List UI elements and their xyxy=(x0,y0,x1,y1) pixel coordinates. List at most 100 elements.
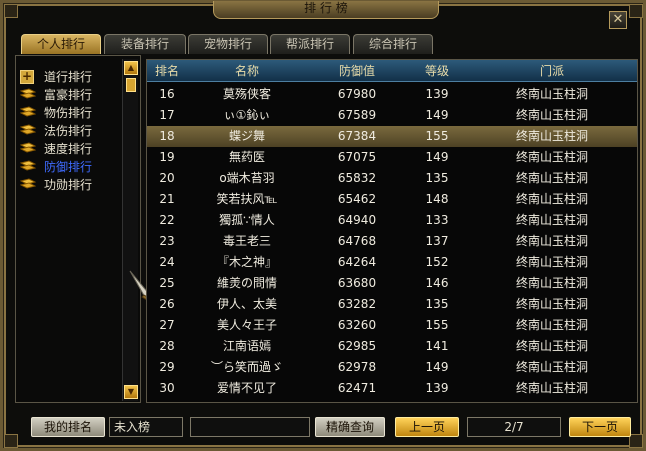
cell-rank: 28 xyxy=(159,339,175,353)
table-row[interactable]: 30 爱情不见了 62471 139 终南山玉柱洞 xyxy=(147,378,637,399)
tree-scrollbar[interactable]: ▲ ▼ xyxy=(122,59,138,401)
ranking-window: 排 行 榜 ✕ 个人排行 装备排行 宠物排行 帮派排行 综合排行 + 道行排行 … xyxy=(0,0,646,451)
cell-level: 148 xyxy=(425,192,449,206)
cell-faction: 终南山玉柱洞 xyxy=(515,87,588,101)
tree-item-merit[interactable]: 功勋排行 xyxy=(20,176,124,194)
cell-defense: 63282 xyxy=(337,297,377,311)
header-name: 名称 xyxy=(234,64,259,78)
table-row[interactable]: 17 ぃ①鈊ぃ 67589 149 终南山玉柱洞 xyxy=(147,105,637,126)
scroll-thumb[interactable] xyxy=(126,78,136,92)
cell-faction: 终南山玉柱洞 xyxy=(515,108,588,122)
search-input[interactable] xyxy=(190,417,310,437)
page-indicator: 2/7 xyxy=(467,417,561,437)
table-row[interactable]: 20 o端木苔羽 65832 135 终南山玉柱洞 xyxy=(147,168,637,189)
cell-faction: 终南山玉柱洞 xyxy=(515,192,588,206)
close-button[interactable]: ✕ xyxy=(609,11,627,29)
exact-search-button[interactable]: 精确查询 xyxy=(315,417,385,437)
table-row[interactable]: 28 江南语嫣 62985 141 终南山玉柱洞 xyxy=(147,336,637,357)
table-row[interactable]: 29 ︶ら笑而過ゞ 62978 149 终南山玉柱洞 xyxy=(147,357,637,378)
tab-personal[interactable]: 个人排行 xyxy=(21,34,101,54)
tree-item-physical-damage[interactable]: 物伤排行 xyxy=(20,104,124,122)
cell-name: 爱情不见了 xyxy=(216,381,277,395)
cell-defense: 64940 xyxy=(337,213,377,227)
tree-item-speed[interactable]: 速度排行 xyxy=(20,140,124,158)
cell-rank: 24 xyxy=(159,255,175,269)
window-title: 排 行 榜 xyxy=(213,1,439,19)
scroll-icon xyxy=(20,124,36,135)
header-faction: 门派 xyxy=(539,64,564,78)
cell-faction: 终南山玉柱洞 xyxy=(515,339,588,353)
cell-level: 139 xyxy=(425,381,449,395)
tab-pet[interactable]: 宠物排行 xyxy=(188,34,268,54)
table-row[interactable]: 26 伊人、太美 63282 135 终南山玉柱洞 xyxy=(147,294,637,315)
my-rank-button[interactable]: 我的排名 xyxy=(31,417,105,437)
tab-equipment[interactable]: 装备排行 xyxy=(104,34,186,54)
cell-level: 149 xyxy=(425,108,449,122)
arrow-down-icon: ▼ xyxy=(127,387,135,396)
tab-guild[interactable]: 帮派排行 xyxy=(270,34,350,54)
table-row[interactable]: 19 無药医 67075 149 终南山玉柱洞 xyxy=(147,147,637,168)
prev-page-button[interactable]: 上一页 xyxy=(395,417,459,437)
next-page-button[interactable]: 下一页 xyxy=(569,417,631,437)
table-row[interactable]: 22 獨孤∵情人 64940 133 终南山玉柱洞 xyxy=(147,210,637,231)
cell-defense: 64768 xyxy=(337,234,377,248)
tree-item-magic-damage[interactable]: 法伤排行 xyxy=(20,122,124,140)
cell-defense: 67384 xyxy=(337,129,377,143)
table-row[interactable]: 16 莫殇侠客 67980 139 终南山玉柱洞 xyxy=(147,84,637,105)
table-row[interactable]: 21 笑若扶风℡ 65462 148 终南山玉柱洞 xyxy=(147,189,637,210)
cell-name: 美人々王子 xyxy=(216,318,277,332)
scroll-icon xyxy=(20,142,36,153)
cell-rank: 19 xyxy=(159,150,175,164)
cell-level: 152 xyxy=(425,255,449,269)
cell-faction: 终南山玉柱洞 xyxy=(515,129,588,143)
tree-item-defense[interactable]: 防御排行 xyxy=(20,158,124,176)
cell-faction: 终南山玉柱洞 xyxy=(515,171,588,185)
plus-box-icon[interactable]: + xyxy=(20,70,34,84)
header-level: 等级 xyxy=(424,64,449,78)
table-row[interactable]: 25 維羙の問情 63680 146 终南山玉柱洞 xyxy=(147,273,637,294)
table-row[interactable]: 23 毒王老三 64768 137 终南山玉柱洞 xyxy=(147,231,637,252)
cell-defense: 65462 xyxy=(337,192,377,206)
cell-faction: 终南山玉柱洞 xyxy=(515,276,588,290)
cell-name: o端木苔羽 xyxy=(219,171,275,185)
cell-faction: 终南山玉柱洞 xyxy=(515,213,588,227)
cell-rank: 27 xyxy=(159,318,175,332)
scroll-up-button[interactable]: ▲ xyxy=(124,61,138,75)
corner-ornament-icon xyxy=(4,4,18,18)
cell-rank: 16 xyxy=(159,87,175,101)
cell-rank: 26 xyxy=(159,297,175,311)
scroll-icon xyxy=(20,106,36,117)
cell-name: 維羙の問情 xyxy=(216,276,277,290)
cell-rank: 29 xyxy=(159,360,175,374)
header-rank: 排名 xyxy=(154,64,179,78)
cell-faction: 终南山玉柱洞 xyxy=(515,381,588,395)
cell-faction: 终南山玉柱洞 xyxy=(515,255,588,269)
cell-defense: 63680 xyxy=(337,276,377,290)
scroll-down-button[interactable]: ▼ xyxy=(124,385,138,399)
table-row[interactable]: 24 『木之神』 64264 152 终南山玉柱洞 xyxy=(147,252,637,273)
cell-faction: 终南山玉柱洞 xyxy=(515,360,588,374)
cell-name: 伊人、太美 xyxy=(216,297,277,311)
tree-item-wealth[interactable]: 富豪排行 xyxy=(20,86,124,104)
table-row[interactable]: 27 美人々王子 63260 155 终南山玉柱洞 xyxy=(147,315,637,336)
tree-item-daoxing[interactable]: + 道行排行 xyxy=(20,68,124,86)
cell-defense: 62471 xyxy=(337,381,377,395)
cell-defense: 62978 xyxy=(337,360,377,374)
cell-level: 133 xyxy=(425,213,449,227)
table-header: 排名 名称 防御值 等级 门派 xyxy=(147,60,637,82)
cell-rank: 20 xyxy=(159,171,175,185)
cell-defense: 62985 xyxy=(337,339,377,353)
cell-defense: 67075 xyxy=(337,150,377,164)
close-icon: ✕ xyxy=(612,12,624,27)
scroll-icon xyxy=(20,88,36,99)
ranking-table: 排名 名称 防御值 等级 门派 16 莫殇侠客 67980 139 终南山玉柱洞 17 ぃ①… xyxy=(146,59,638,403)
cell-name: 江南语嫣 xyxy=(222,339,271,353)
scroll-icon xyxy=(20,160,36,171)
cell-level: 146 xyxy=(425,276,449,290)
corner-ornament-icon xyxy=(629,4,643,18)
table-row[interactable]: 18 蝶ジ舞 67384 155 终南山玉柱洞 xyxy=(147,126,637,147)
cell-name: 獨孤∵情人 xyxy=(219,213,275,227)
cell-defense: 64264 xyxy=(337,255,377,269)
cell-level: 135 xyxy=(425,171,449,185)
tab-overall[interactable]: 综合排行 xyxy=(353,34,433,54)
